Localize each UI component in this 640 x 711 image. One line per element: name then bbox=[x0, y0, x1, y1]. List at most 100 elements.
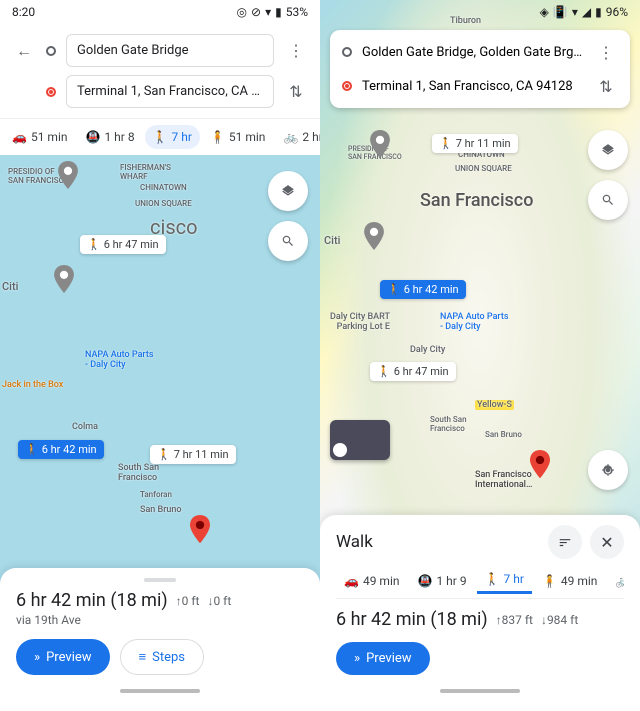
route-badge-alt2[interactable]: 🚶6 hr 47 min bbox=[370, 362, 456, 381]
my-location-button[interactable] bbox=[588, 450, 628, 490]
origin-input[interactable]: Golden Gate Bridge bbox=[66, 34, 274, 67]
elevation-up: ↑837 ft bbox=[496, 613, 533, 627]
signal-icon: ◢ bbox=[582, 5, 591, 19]
duration-line: 6 hr 42 min (18 mi) ↑837 ft ↓984 ft bbox=[336, 609, 624, 630]
car-icon: 🚗 bbox=[12, 130, 27, 144]
waypoint-pin bbox=[364, 222, 384, 250]
nav-bar bbox=[440, 689, 520, 693]
streetview-thumbnail[interactable] bbox=[330, 420, 390, 460]
label-sanbruno: San Bruno bbox=[140, 505, 182, 515]
label-union: UNION SQUARE bbox=[135, 199, 192, 208]
destination-marker-icon bbox=[342, 81, 352, 91]
preview-button[interactable]: »Preview bbox=[336, 642, 430, 675]
sheet-title: Walk bbox=[336, 532, 540, 552]
list-icon: ≡ bbox=[139, 649, 147, 665]
rideshare-icon: 🧍 bbox=[210, 130, 225, 144]
route-badge-alt1[interactable]: 🚶7 hr 11 min bbox=[432, 134, 518, 153]
close-button[interactable]: ✕ bbox=[590, 525, 624, 559]
nfc-icon: ◈ bbox=[540, 5, 549, 19]
directions-header: ← Golden Gate Bridge ⋮ Terminal 1, San F… bbox=[0, 24, 320, 119]
dnd-icon: ⊘ bbox=[251, 5, 261, 19]
route-badge-selected[interactable]: 🚶6 hr 42 min bbox=[18, 440, 104, 459]
route-badge-alt1[interactable]: 🚶6 hr 47 min bbox=[80, 235, 166, 254]
label-citi: Citi bbox=[324, 234, 340, 247]
search-button[interactable] bbox=[268, 221, 308, 261]
elevation-down: ↓984 ft bbox=[541, 613, 578, 627]
steps-button[interactable]: ≡Steps bbox=[120, 639, 204, 675]
swap-icon[interactable]: ⇅ bbox=[284, 80, 308, 104]
chevrons-icon: » bbox=[34, 650, 40, 665]
label-jack: Jack in the Box bbox=[2, 380, 63, 390]
destination-input[interactable]: Terminal 1, San Francisco, CA 94128 bbox=[362, 79, 584, 94]
destination-pin bbox=[190, 515, 210, 543]
duration-text: 6 hr 42 min (18 mi) bbox=[16, 590, 168, 611]
walk-icon: 🚶 bbox=[87, 238, 101, 251]
rideshare-icon: 🧍 bbox=[542, 574, 557, 588]
bike-icon: 🚲 bbox=[283, 130, 298, 144]
mode-rideshare[interactable]: 🧍51 min bbox=[202, 125, 274, 149]
directions-header-card: Golden Gate Bridge, Golden Gate Brg, San… bbox=[330, 30, 630, 108]
route-badge-alt2[interactable]: 🚶7 hr 11 min bbox=[150, 445, 236, 464]
mode-driving[interactable]: 🚗51 min bbox=[4, 125, 76, 149]
walk-icon: 🚶 bbox=[157, 448, 171, 461]
swap-icon[interactable]: ⇅ bbox=[594, 74, 618, 98]
battery-pct: 96% bbox=[606, 5, 628, 19]
status-bar: 8:20 ◎ ⊘ ▾ ▮ 53% bbox=[0, 0, 320, 24]
label-napa: NAPA Auto Parts - Daly City bbox=[85, 350, 153, 370]
mode-bike[interactable]: 🚲2 hr 4 bbox=[275, 125, 320, 149]
more-icon[interactable]: ⋮ bbox=[284, 39, 308, 63]
origin-pin bbox=[58, 161, 78, 189]
mode-driving[interactable]: 🚗49 min bbox=[336, 567, 408, 594]
walk-icon: 🚶 bbox=[377, 365, 391, 378]
battery-pct: 53% bbox=[286, 5, 308, 19]
mode-transit[interactable]: 🚇1 hr 9 bbox=[410, 567, 475, 594]
walk-icon: 🚶 bbox=[25, 443, 39, 456]
back-icon[interactable]: ← bbox=[12, 39, 36, 63]
origin-input[interactable]: Golden Gate Bridge, Golden Gate Brg, San… bbox=[362, 45, 584, 60]
origin-marker-icon bbox=[342, 47, 352, 57]
mode-rideshare[interactable]: 🧍49 min bbox=[534, 567, 606, 594]
route-summary-sheet[interactable]: 6 hr 42 min (18 mi) ↑0 ft ↓0 ft via 19th… bbox=[0, 568, 320, 711]
destination-pin bbox=[530, 450, 550, 478]
location-icon: ◎ bbox=[237, 5, 247, 19]
mode-bike[interactable]: 🚲2 hr 4 bbox=[607, 567, 624, 594]
chevrons-icon: » bbox=[354, 651, 360, 666]
battery-icon: ▮ bbox=[595, 5, 602, 19]
label-daly-bart: Daly City BART Parking Lot E bbox=[330, 312, 390, 332]
vibrate-icon: 📳 bbox=[553, 5, 568, 19]
label-napa: NAPA Auto Parts - Daly City bbox=[440, 312, 508, 332]
walk-icon: 🚶 bbox=[387, 283, 401, 296]
drag-handle[interactable] bbox=[144, 578, 176, 582]
route-summary-sheet[interactable]: Walk ✕ 🚗49 min 🚇1 hr 9 🚶7 hr 🧍49 min 🚲2 … bbox=[320, 515, 640, 711]
mode-transit[interactable]: 🚇1 hr 8 bbox=[78, 125, 143, 149]
elevation-down: ↓0 ft bbox=[207, 594, 231, 608]
battery-icon: ▮ bbox=[275, 5, 282, 19]
label-colma: Colma bbox=[72, 422, 98, 432]
mode-walk[interactable]: 🚶7 hr bbox=[477, 567, 532, 594]
route-badge-selected[interactable]: 🚶6 hr 42 min bbox=[380, 280, 466, 299]
destination-input[interactable]: Terminal 1, San Francisco, CA 94128 bbox=[66, 75, 274, 108]
nav-bar bbox=[120, 689, 200, 693]
transit-icon: 🚇 bbox=[86, 130, 101, 144]
layers-button[interactable] bbox=[268, 171, 308, 211]
bike-icon: 🚲 bbox=[615, 574, 624, 588]
duration-text: 6 hr 42 min (18 mi) bbox=[336, 609, 488, 630]
transit-icon: 🚇 bbox=[418, 574, 433, 588]
wifi-icon: ▾ bbox=[265, 5, 271, 19]
mode-walk[interactable]: 🚶7 hr bbox=[145, 125, 200, 149]
travel-mode-bar: 🚗49 min 🚇1 hr 9 🚶7 hr 🧍49 min 🚲2 hr 4 bbox=[336, 563, 624, 599]
label-fishermans: FISHERMAN'S WHARF bbox=[120, 163, 171, 181]
search-button[interactable] bbox=[588, 180, 628, 220]
layers-button[interactable] bbox=[588, 130, 628, 170]
options-button[interactable] bbox=[548, 525, 582, 559]
via-text: via 19th Ave bbox=[16, 613, 304, 627]
duration-line: 6 hr 42 min (18 mi) ↑0 ft ↓0 ft bbox=[16, 590, 304, 611]
label-ssf: South San Francisco bbox=[430, 415, 467, 433]
label-yellow: Yellow-S bbox=[475, 400, 514, 410]
label-sfo: San Francisco International… bbox=[475, 470, 532, 490]
more-icon[interactable]: ⋮ bbox=[594, 40, 618, 64]
origin-pin bbox=[370, 130, 390, 158]
label-union: UNION SQUARE bbox=[455, 164, 512, 173]
preview-button[interactable]: »Preview bbox=[16, 639, 110, 675]
walk-icon: 🚶 bbox=[485, 572, 500, 586]
